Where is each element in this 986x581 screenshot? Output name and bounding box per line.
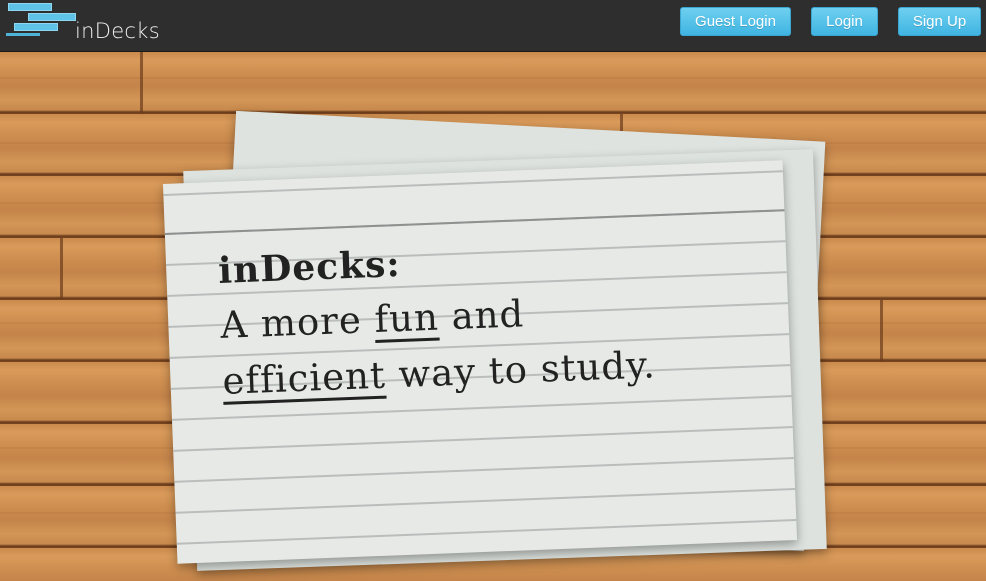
hero-tagline: inDecks: A more fun and efficient way to… xyxy=(217,223,763,410)
logo[interactable]: inDecks xyxy=(6,3,166,45)
top-navbar: inDecks Guest Login Login Sign Up xyxy=(0,0,986,52)
tagline-text: way to study. xyxy=(384,343,657,397)
logo-text: inDecks xyxy=(75,19,160,43)
guest-login-button[interactable]: Guest Login xyxy=(680,7,791,36)
tagline-emphasis-fun: fun xyxy=(373,295,440,342)
tagline-emphasis-efficient: efficient xyxy=(221,353,387,403)
hero-banner: inDecks: A more fun and efficient way to… xyxy=(0,52,986,581)
index-card-front: inDecks: A more fun and efficient way to… xyxy=(162,160,798,564)
login-button[interactable]: Login xyxy=(811,7,878,36)
sign-up-button[interactable]: Sign Up xyxy=(898,7,981,36)
tagline-text: A more xyxy=(219,298,376,347)
tagline-text: and xyxy=(437,292,525,339)
stacked-cards-icon xyxy=(6,3,78,43)
